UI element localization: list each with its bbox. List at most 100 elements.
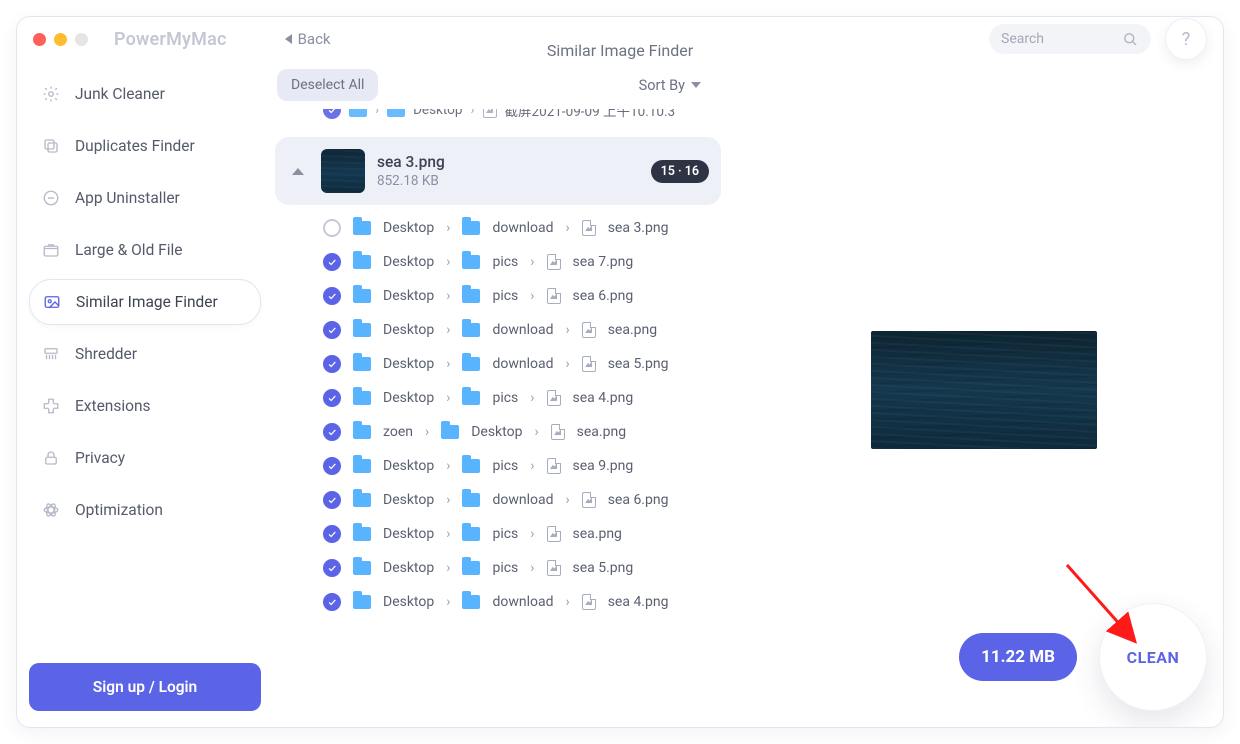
group-meta: sea 3.png 852.18 KB xyxy=(377,153,445,189)
list-item[interactable]: Desktop›download›sea 3.png xyxy=(273,211,727,245)
list-item[interactable]: Desktop›download›sea 5.png xyxy=(273,347,727,381)
image-file-icon xyxy=(582,322,596,338)
clean-button[interactable]: CLEAN xyxy=(1099,603,1207,711)
list-item[interactable]: Desktop›pics›sea 6.png xyxy=(273,279,727,313)
path-segment: download xyxy=(492,322,553,338)
login-button[interactable]: Sign up / Login xyxy=(29,663,261,711)
list-item[interactable]: Desktop›pics›sea 4.png xyxy=(273,381,727,415)
path-segment: pics xyxy=(492,458,518,474)
sidebar-item-extensions[interactable]: Extensions xyxy=(29,383,261,429)
duplicate-icon xyxy=(41,136,61,156)
sidebar-item-label: Similar Image Finder xyxy=(76,293,218,311)
folder-icon xyxy=(462,357,480,371)
row-checkbox[interactable] xyxy=(323,593,341,611)
list-item[interactable]: zoen›Desktop›sea.png xyxy=(273,415,727,449)
folder-icon xyxy=(353,561,371,575)
row-checkbox[interactable] xyxy=(323,321,341,339)
clean-label: CLEAN xyxy=(1127,648,1180,667)
row-checkbox[interactable] xyxy=(323,253,341,271)
row-checkbox[interactable] xyxy=(323,389,341,407)
row-checkbox[interactable] xyxy=(323,457,341,475)
row-checkbox[interactable] xyxy=(323,559,341,577)
file-name: sea 5.png xyxy=(608,356,669,372)
folder-icon xyxy=(387,109,405,117)
sort-by-dropdown[interactable]: Sort By xyxy=(639,77,727,94)
sidebar-item-label: Privacy xyxy=(75,449,125,467)
breadcrumb-separator: › xyxy=(565,492,569,508)
sortby-label: Sort By xyxy=(639,77,685,94)
search-icon xyxy=(1121,30,1139,48)
sidebar-item-shredder[interactable]: Shredder xyxy=(29,331,261,377)
sidebar-item-duplicates-finder[interactable]: Duplicates Finder xyxy=(29,123,261,169)
back-button[interactable]: Back xyxy=(285,30,331,48)
gear-icon xyxy=(41,84,61,104)
breadcrumb-separator: › xyxy=(446,594,450,610)
breadcrumb-separator: › xyxy=(446,220,450,236)
list-item[interactable]: Desktop›download›sea.png xyxy=(273,313,727,347)
folder-icon xyxy=(462,527,480,541)
main: Deselect All Sort By xyxy=(273,61,1223,727)
folder-icon xyxy=(353,595,371,609)
group-name: sea 3.png xyxy=(377,153,445,171)
image-file-icon xyxy=(582,492,596,508)
search-input[interactable]: Search xyxy=(989,24,1151,54)
breadcrumb-separator: › xyxy=(446,254,450,270)
close-window-icon[interactable] xyxy=(33,33,46,46)
row-checkbox[interactable] xyxy=(323,491,341,509)
atom-icon xyxy=(41,500,61,520)
breadcrumb-separator: › xyxy=(565,594,569,610)
zoom-window-icon[interactable] xyxy=(75,33,88,46)
sidebar-item-label: Large & Old File xyxy=(75,241,183,259)
path-segment: pics xyxy=(492,390,518,406)
breadcrumb-separator: › xyxy=(530,458,534,474)
list-item[interactable]: Desktop›download›sea 4.png xyxy=(273,585,727,619)
sidebar-item-optimization[interactable]: Optimization xyxy=(29,487,261,533)
group-thumbnail xyxy=(321,149,365,193)
file-name: sea 7.png xyxy=(573,254,634,270)
group-header[interactable]: sea 3.png 852.18 KB 15 · 16 xyxy=(275,137,721,205)
breadcrumb-separator: › xyxy=(446,526,450,542)
breadcrumb-separator: › xyxy=(565,356,569,372)
lock-icon xyxy=(41,448,61,468)
row-checkbox[interactable] xyxy=(323,287,341,305)
path-segment: download xyxy=(492,492,553,508)
search-placeholder: Search xyxy=(1001,31,1044,47)
sidebar-item-app-uninstaller[interactable]: App Uninstaller xyxy=(29,175,261,221)
folder-icon xyxy=(353,391,371,405)
sidebar-item-junk-cleaner[interactable]: Junk Cleaner xyxy=(29,71,261,117)
row-checkbox[interactable] xyxy=(323,219,341,237)
list-item[interactable]: Desktop›pics›sea 7.png xyxy=(273,245,727,279)
minimize-window-icon[interactable] xyxy=(54,33,67,46)
total-size-badge: 11.22 MB xyxy=(959,633,1077,681)
collapse-toggle[interactable] xyxy=(287,160,309,182)
image-file-icon xyxy=(547,560,561,576)
folder-icon xyxy=(462,323,480,337)
folder-icon xyxy=(462,561,480,575)
row-checkbox[interactable] xyxy=(323,355,341,373)
row-checkbox[interactable] xyxy=(323,525,341,543)
breadcrumb-separator: › xyxy=(425,424,429,440)
sidebar-item-large-old-file[interactable]: Large & Old File xyxy=(29,227,261,273)
chevron-down-icon xyxy=(691,82,701,88)
deselect-all-button[interactable]: Deselect All xyxy=(277,69,378,101)
list-item[interactable]: Desktop›pics›sea 5.png xyxy=(273,551,727,585)
breadcrumb-separator: › xyxy=(446,458,450,474)
list-item[interactable]: Desktop›pics›sea 9.png xyxy=(273,449,727,483)
folder-icon xyxy=(353,459,371,473)
app-icon xyxy=(41,188,61,208)
list-toolbar: Deselect All Sort By xyxy=(273,61,727,109)
file-name: 截屏2021-09-09 上午10.10.3 xyxy=(505,109,676,120)
list-item[interactable]: Desktop›pics›sea.png xyxy=(273,517,727,551)
sidebar-item-similar-image-finder[interactable]: Similar Image Finder xyxy=(29,279,261,325)
app-window: PowerMyMac Back Similar Image Finder Sea… xyxy=(16,16,1224,728)
image-file-icon xyxy=(547,288,561,304)
folder-icon xyxy=(462,289,480,303)
list-item[interactable]: › Desktop › 截屏2021-09-09 上午10.10.3 xyxy=(273,109,727,127)
help-button[interactable]: ? xyxy=(1165,18,1207,60)
row-checkbox[interactable] xyxy=(323,423,341,441)
image-file-icon xyxy=(483,109,497,118)
sidebar-item-privacy[interactable]: Privacy xyxy=(29,435,261,481)
row-checkbox[interactable] xyxy=(323,109,341,119)
list-item[interactable]: Desktop›download›sea 6.png xyxy=(273,483,727,517)
shredder-icon xyxy=(41,344,61,364)
